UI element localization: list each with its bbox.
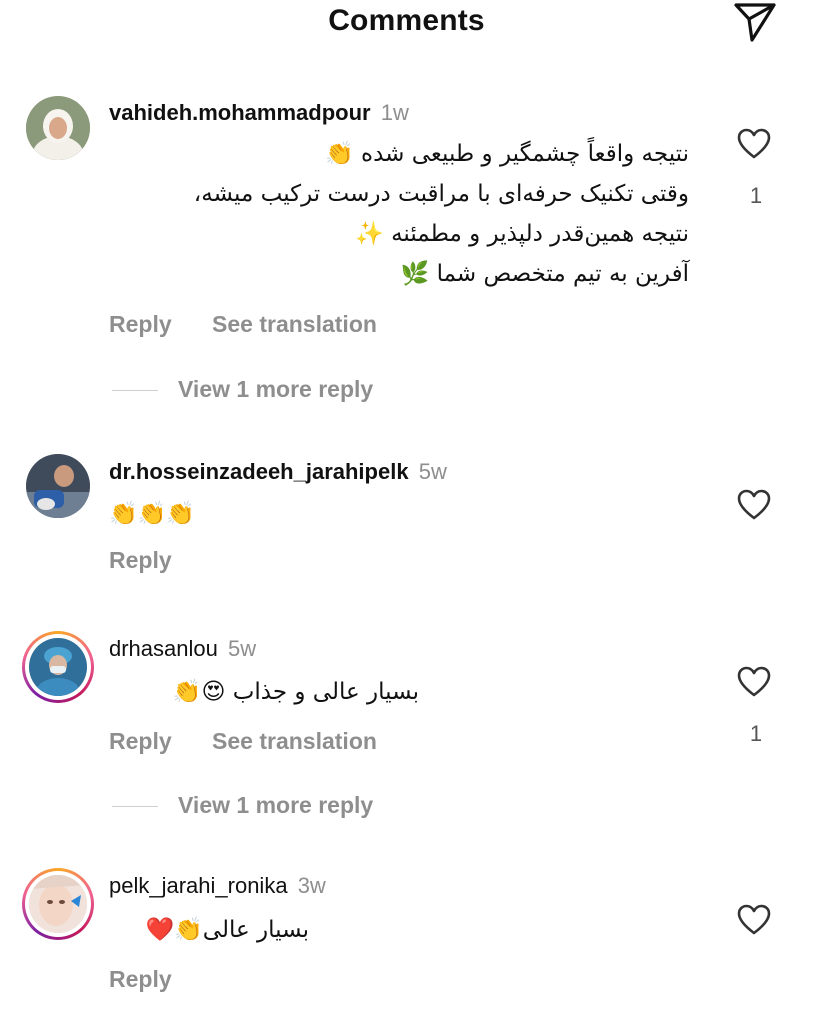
- comment-meta: drhasanlou 5w: [109, 636, 256, 662]
- see-translation-button[interactable]: See translation: [212, 728, 377, 754]
- comment-line: بسیار عالی👏❤️: [145, 917, 309, 943]
- timestamp: 1w: [380, 100, 409, 125]
- reply-button[interactable]: Reply: [109, 728, 172, 754]
- comment-line: آفرین به تیم متخصص شما 🌿: [400, 261, 689, 287]
- timestamp: 5w: [418, 459, 447, 484]
- header-bar: Comments: [0, 0, 813, 48]
- timestamp: 3w: [297, 873, 326, 898]
- avatar[interactable]: [22, 450, 94, 522]
- reply-button[interactable]: Reply: [109, 311, 172, 337]
- username[interactable]: dr.hosseinzadeeh_jarahipelk: [109, 459, 409, 484]
- like-count: 1: [749, 183, 763, 208]
- comment-actions: Reply See translation: [109, 728, 411, 755]
- timestamp: 5w: [228, 636, 257, 661]
- heart-outline-icon[interactable]: [736, 903, 772, 937]
- see-translation-button[interactable]: See translation: [212, 311, 377, 337]
- reply-divider: [112, 390, 158, 392]
- reply-button[interactable]: Reply: [109, 966, 172, 992]
- comment-text: نتیجه واقعاً چشمگیر و طبیعی شده 👏 وقتی ت…: [109, 134, 689, 294]
- comment-line: نتیجه همین‌قدر دلپذیر و مطمئنه ✨: [355, 221, 689, 247]
- heart-outline-icon[interactable]: [736, 665, 772, 699]
- comment-meta: vahideh.mohammadpour 1w: [109, 100, 409, 126]
- paper-plane-icon[interactable]: [728, 0, 780, 44]
- view-more-replies-button[interactable]: View 1 more reply: [112, 376, 373, 403]
- avatar[interactable]: [22, 868, 94, 940]
- comment-meta: pelk_jarahi_ronika 3w: [109, 873, 326, 899]
- comment-actions: Reply: [109, 547, 206, 574]
- username[interactable]: drhasanlou: [109, 636, 218, 661]
- comment-meta: dr.hosseinzadeeh_jarahipelk 5w: [109, 459, 447, 485]
- comment-text: 👏👏👏: [109, 494, 689, 534]
- like-count: 1: [749, 721, 763, 746]
- comment-line: وقتی تکنیک حرفه‌ای با مراقبت درست ترکیب …: [193, 181, 689, 207]
- username[interactable]: vahideh.mohammadpour: [109, 100, 371, 125]
- avatar[interactable]: [22, 92, 94, 164]
- view-more-replies-button[interactable]: View 1 more reply: [112, 792, 373, 819]
- reply-button[interactable]: Reply: [109, 547, 172, 573]
- comment-text: بسیار عالی و جذاب 😍👏: [109, 672, 419, 712]
- username[interactable]: pelk_jarahi_ronika: [109, 873, 288, 898]
- comment-actions: Reply See translation: [109, 311, 411, 338]
- heart-outline-icon[interactable]: [736, 127, 772, 161]
- comment-line: بسیار عالی و جذاب 😍👏: [172, 679, 419, 705]
- comment-actions: Reply: [109, 966, 206, 993]
- comment-line: نتیجه واقعاً چشمگیر و طبیعی شده 👏: [325, 141, 689, 167]
- heart-outline-icon[interactable]: [736, 488, 772, 522]
- view-more-label: View 1 more reply: [178, 792, 374, 818]
- view-more-label: View 1 more reply: [178, 376, 374, 402]
- comment-line: 👏👏👏: [109, 501, 195, 527]
- page-title: Comments: [328, 4, 485, 37]
- avatar[interactable]: [22, 631, 94, 703]
- reply-divider: [112, 806, 158, 808]
- comment-text: بسیار عالی👏❤️: [109, 910, 309, 950]
